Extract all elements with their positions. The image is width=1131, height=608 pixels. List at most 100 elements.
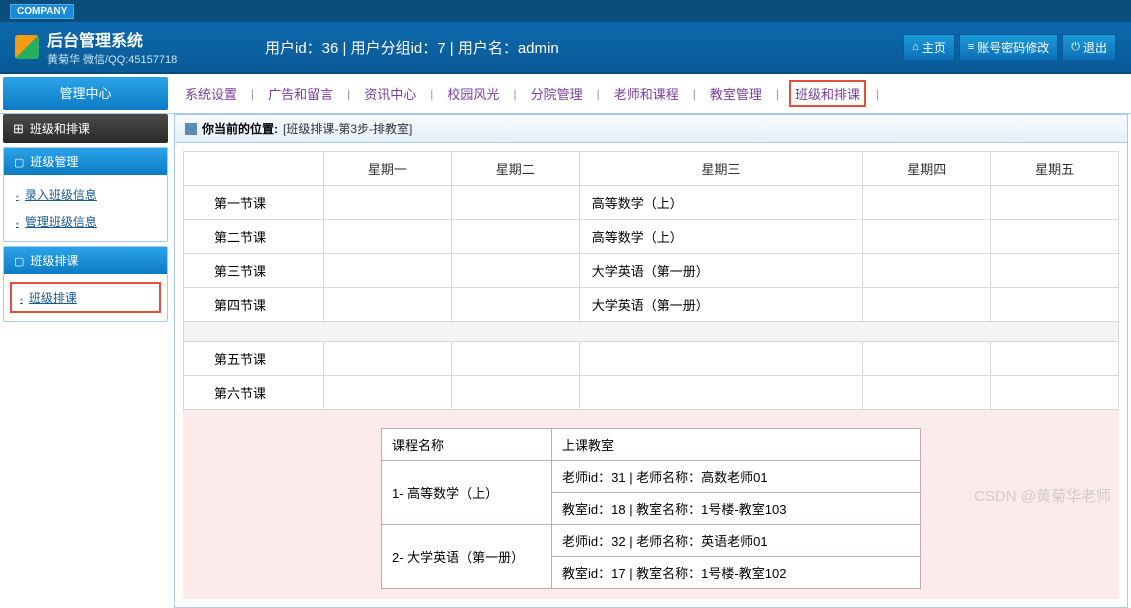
- main-content: 你当前的位置: [班级排课-第3步-排教室] 星期一 星期二 星期三 星期四 星…: [174, 114, 1128, 608]
- schedule-cell[interactable]: [863, 342, 991, 376]
- nav-item-teacher[interactable]: 老师和课程: [610, 82, 683, 105]
- info-row: 2- 大学英语（第一册） 老师id：32 | 老师名称：英语老师01: [382, 525, 921, 557]
- breadcrumb-label: 你当前的位置:: [202, 120, 278, 137]
- table-row: 第五节课: [184, 342, 1119, 376]
- nav-separator: |: [597, 87, 600, 101]
- nav-item-classroom[interactable]: 教室管理: [706, 82, 766, 105]
- schedule-cell[interactable]: [991, 342, 1119, 376]
- grid-icon: [13, 121, 24, 137]
- nav-separator: |: [347, 87, 350, 101]
- schedule-cell[interactable]: [991, 220, 1119, 254]
- table-row: 第三节课 大学英语（第一册）: [184, 254, 1119, 288]
- box-icon: [14, 254, 24, 268]
- schedule-table: 星期一 星期二 星期三 星期四 星期五 第一节课 高等数学（上）: [183, 151, 1119, 410]
- schedule-cell[interactable]: [991, 288, 1119, 322]
- period-cell: 第二节课: [184, 220, 324, 254]
- schedule-cell[interactable]: [324, 376, 452, 410]
- schedule-cell[interactable]: [451, 186, 579, 220]
- info-header-room: 上课教室: [552, 429, 921, 461]
- breadcrumb-icon: [185, 123, 197, 135]
- table-row: 第二节课 高等数学（上）: [184, 220, 1119, 254]
- schedule-cell[interactable]: [991, 376, 1119, 410]
- logo-text: 后台管理系统 黄菊华 微信/QQ:45157718: [47, 27, 177, 67]
- table-row: 第六节课: [184, 376, 1119, 410]
- info-teacher: 老师id：32 | 老师名称：英语老师01: [552, 525, 921, 557]
- schedule-cell[interactable]: [451, 288, 579, 322]
- schedule-cell[interactable]: 大学英语（第一册）: [579, 288, 863, 322]
- schedule-cell[interactable]: [863, 254, 991, 288]
- schedule-cell[interactable]: [863, 376, 991, 410]
- home-icon: ⌂: [912, 41, 919, 53]
- schedule-header-tue: 星期二: [451, 152, 579, 186]
- info-course: 1- 高等数学（上）: [382, 461, 552, 525]
- sidebar-link-class-schedule[interactable]: 班级排课: [10, 282, 161, 313]
- schedule-cell[interactable]: [451, 342, 579, 376]
- sidebar-section-header[interactable]: 班级管理: [4, 148, 167, 175]
- schedule-cell[interactable]: [863, 220, 991, 254]
- info-course: 2- 大学英语（第一册）: [382, 525, 552, 589]
- site-subtitle: 黄菊华 微信/QQ:45157718: [47, 51, 177, 67]
- info-room: 教室id：18 | 教室名称：1号楼-教室103: [552, 493, 921, 525]
- schedule-header-thu: 星期四: [863, 152, 991, 186]
- sidebar-section-label: 班级排课: [30, 252, 78, 269]
- info-header-course: 课程名称: [382, 429, 552, 461]
- nav-item-campus[interactable]: 校园风光: [443, 82, 503, 105]
- nav-separator: |: [513, 87, 516, 101]
- nav-separator: |: [251, 87, 254, 101]
- password-button[interactable]: ≡账号密码修改: [959, 34, 1058, 61]
- nav-item-ads[interactable]: 广告和留言: [264, 82, 337, 105]
- nav-item-schedule[interactable]: 班级和排课: [789, 80, 866, 107]
- company-tag: COMPANY: [10, 4, 74, 19]
- table-row: 第一节课 高等数学（上）: [184, 186, 1119, 220]
- schedule-cell[interactable]: [863, 186, 991, 220]
- schedule-cell[interactable]: [324, 342, 452, 376]
- sidebar-link-input-class[interactable]: 录入班级信息: [8, 181, 163, 208]
- schedule-cell[interactable]: [579, 342, 863, 376]
- period-cell: 第五节课: [184, 342, 324, 376]
- header-actions: ⌂主页 ≡账号密码修改 ⏻退出: [903, 34, 1116, 61]
- schedule-cell[interactable]: [451, 220, 579, 254]
- sidebar-section-label: 班级管理: [30, 153, 78, 170]
- user-info: 用户id：36 | 用户分组id：7 | 用户名：admin: [265, 37, 903, 58]
- schedule-cell[interactable]: [451, 254, 579, 288]
- schedule-cell[interactable]: 高等数学（上）: [579, 220, 863, 254]
- sidebar-links: 录入班级信息 管理班级信息: [4, 175, 167, 241]
- schedule-wrap: 星期一 星期二 星期三 星期四 星期五 第一节课 高等数学（上）: [175, 143, 1127, 607]
- sidebar-section-header[interactable]: 班级排课: [4, 247, 167, 274]
- schedule-cell[interactable]: [324, 186, 452, 220]
- logout-label: 退出: [1083, 39, 1107, 56]
- period-cell: 第三节课: [184, 254, 324, 288]
- management-center[interactable]: 管理中心: [3, 77, 168, 110]
- schedule-cell[interactable]: 高等数学（上）: [579, 186, 863, 220]
- breadcrumb: 你当前的位置: [班级排课-第3步-排教室]: [175, 115, 1127, 143]
- period-cell: 第一节课: [184, 186, 324, 220]
- period-cell: 第四节课: [184, 288, 324, 322]
- schedule-cell[interactable]: 大学英语（第一册）: [579, 254, 863, 288]
- course-info-table: 课程名称 上课教室 1- 高等数学（上） 老师id：31 | 老师名称：高数老师…: [381, 428, 921, 589]
- period-cell: 第六节课: [184, 376, 324, 410]
- schedule-header-empty: [184, 152, 324, 186]
- schedule-cell[interactable]: [324, 254, 452, 288]
- schedule-cell[interactable]: [991, 254, 1119, 288]
- schedule-cell[interactable]: [451, 376, 579, 410]
- header-main: 后台管理系统 黄菊华 微信/QQ:45157718 用户id：36 | 用户分组…: [0, 22, 1131, 72]
- schedule-cell[interactable]: [863, 288, 991, 322]
- schedule-cell[interactable]: [324, 220, 452, 254]
- nav-item-news[interactable]: 资讯中心: [360, 82, 420, 105]
- nav-item-system[interactable]: 系统设置: [181, 82, 241, 105]
- nav-separator: |: [776, 87, 779, 101]
- schedule-cell[interactable]: [324, 288, 452, 322]
- course-info-panel: 课程名称 上课教室 1- 高等数学（上） 老师id：31 | 老师名称：高数老师…: [183, 410, 1119, 599]
- logo-icon: [15, 35, 39, 59]
- home-button[interactable]: ⌂主页: [903, 34, 955, 61]
- breadcrumb-path: [班级排课-第3步-排教室]: [283, 120, 412, 137]
- schedule-header-row: 星期一 星期二 星期三 星期四 星期五: [184, 152, 1119, 186]
- sidebar-section-class: 班级管理 录入班级信息 管理班级信息: [3, 147, 168, 242]
- schedule-cell[interactable]: [579, 376, 863, 410]
- power-icon: ⏻: [1071, 41, 1080, 54]
- logout-button[interactable]: ⏻退出: [1062, 34, 1116, 61]
- site-title: 后台管理系统: [47, 27, 177, 51]
- schedule-cell[interactable]: [991, 186, 1119, 220]
- sidebar-link-manage-class[interactable]: 管理班级信息: [8, 208, 163, 235]
- nav-item-college[interactable]: 分院管理: [527, 82, 587, 105]
